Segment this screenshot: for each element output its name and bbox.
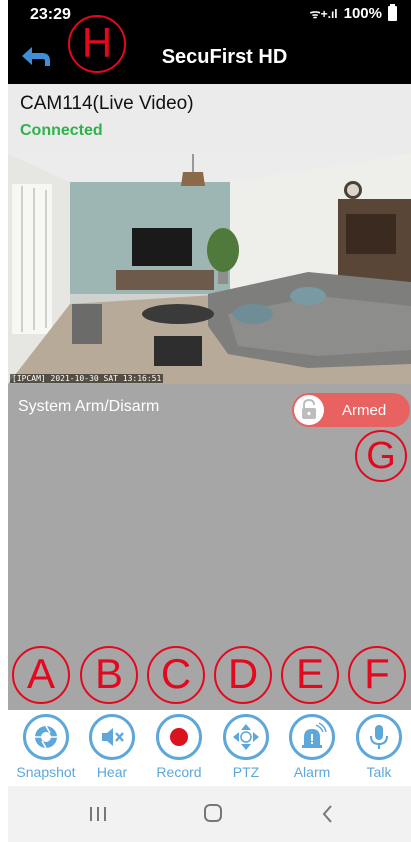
talk-icon-circle [356, 714, 402, 760]
hear-button[interactable]: Hear [81, 714, 143, 786]
annotation-g: G [355, 430, 407, 482]
living-room-video-frame [8, 154, 411, 384]
annotation-e: E [281, 646, 339, 704]
annotation-b: B [80, 646, 138, 704]
annotation-c: C [147, 646, 205, 704]
home-button[interactable] [193, 800, 233, 828]
video-timestamp-overlay: [IPCAM] 2021-10-30 SAT 13:16:51 [10, 374, 164, 383]
chevron-left-icon [322, 805, 332, 823]
ptz-label: PTZ [232, 764, 260, 780]
annotation-f: F [348, 646, 406, 704]
camera-name: CAM114(Live Video) [20, 93, 194, 114]
back-system-button[interactable] [308, 800, 348, 828]
recent-apps-button[interactable] [78, 800, 118, 828]
talk-label: Talk [366, 764, 392, 780]
ptz-icon-circle [223, 714, 269, 760]
alarm-button[interactable]: Alarm [281, 714, 343, 786]
snapshot-button[interactable]: Snapshot [15, 714, 77, 786]
annotation-d: D [214, 646, 272, 704]
annotation-h: H [68, 15, 126, 73]
snapshot-icon-circle [23, 714, 69, 760]
camera-info: CAM114(Live Video) Connected [8, 84, 411, 154]
battery-icon [388, 4, 397, 21]
arm-toggle-text: Armed [342, 402, 387, 419]
status-indicators: ᯤ+.ıl 100% [309, 4, 397, 22]
status-bar: 23:29 ᯤ+.ıl 100% [8, 0, 411, 30]
record-button[interactable]: Record [148, 714, 210, 786]
alarm-icon-circle [289, 714, 335, 760]
snapshot-label: Snapshot [16, 764, 76, 780]
ptz-button[interactable]: PTZ [215, 714, 277, 786]
home-icon [204, 804, 222, 822]
system-nav-bar [8, 786, 411, 842]
record-icon-circle [156, 714, 202, 760]
talk-button[interactable]: Talk [348, 714, 410, 786]
hear-icon-circle [89, 714, 135, 760]
siren-icon [302, 722, 327, 748]
ptz-arrows-icon [233, 724, 259, 750]
arm-toggle-switch[interactable]: Armed [292, 393, 410, 427]
recent-apps-icon [90, 807, 106, 821]
annotation-a: A [12, 646, 70, 704]
record-label: Record [156, 764, 202, 780]
alarm-label: Alarm [293, 764, 331, 780]
speaker-mute-icon [102, 728, 124, 746]
lock-open-icon [302, 398, 316, 419]
app-screen: 23:29 ᯤ+.ıl 100% SecuFirst HD CAM114(Liv… [0, 0, 411, 842]
signal-icon: ᯤ+.ıl [309, 7, 338, 21]
arm-toggle-knob [294, 395, 324, 425]
microphone-icon [370, 725, 388, 749]
connection-status: Connected [20, 122, 103, 139]
battery-percent: 100% [343, 5, 382, 22]
live-video-view[interactable]: [IPCAM] 2021-10-30 SAT 13:16:51 [8, 154, 411, 384]
arm-disarm-label: System Arm/Disarm [18, 398, 160, 415]
bottom-toolbar: Snapshot Hear Record PTZ Alarm Talk [8, 710, 411, 786]
hear-label: Hear [96, 764, 128, 780]
record-icon [170, 728, 188, 746]
camera-shutter-icon [35, 725, 57, 749]
status-time: 23:29 [30, 6, 71, 23]
